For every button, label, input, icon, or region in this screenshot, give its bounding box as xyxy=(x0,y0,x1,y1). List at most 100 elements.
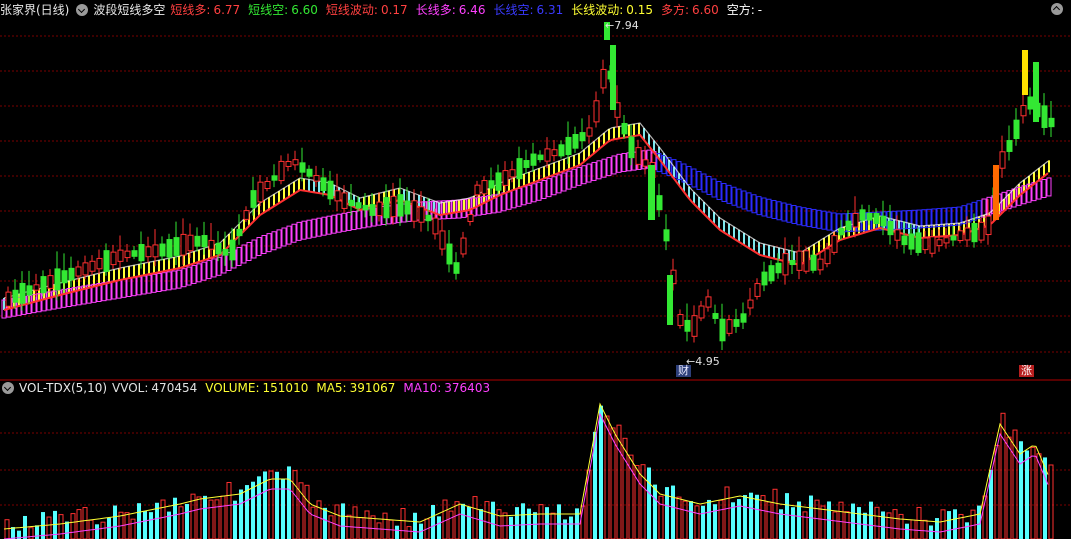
volume-bar xyxy=(797,501,801,539)
volume-bar xyxy=(233,500,237,539)
long-band-bar xyxy=(186,266,192,286)
volume-bar xyxy=(245,485,249,539)
volume-bar xyxy=(869,501,873,539)
volume-bar xyxy=(334,504,340,539)
volume-item: VOLUME: 151010 xyxy=(205,379,311,397)
volume-bar xyxy=(281,478,285,539)
long-band-bar xyxy=(1046,177,1052,197)
kline-chart[interactable] xyxy=(0,0,1071,539)
volume-bar xyxy=(599,405,603,539)
volume-bar xyxy=(28,527,34,539)
volume-label: MA10: xyxy=(403,381,442,395)
volume-bar xyxy=(431,504,435,539)
long-band-bar xyxy=(116,279,122,299)
candlestick xyxy=(887,220,894,236)
candlestick xyxy=(439,230,446,250)
volume-bar xyxy=(737,499,741,539)
finance-report-marker[interactable]: 财 xyxy=(676,365,691,377)
volume-bar xyxy=(604,415,610,539)
volume-bar xyxy=(970,509,976,539)
volume-bar xyxy=(676,496,682,539)
volume-bar xyxy=(149,512,153,539)
volume-bar xyxy=(892,509,898,539)
volume-bar xyxy=(533,512,537,539)
long-band-bar xyxy=(206,260,212,280)
candlestick xyxy=(243,210,250,220)
volume-item: MA5: 391067 xyxy=(316,379,398,397)
volume-value: 391067 xyxy=(349,381,396,395)
volume-bar xyxy=(622,437,628,539)
candlestick xyxy=(481,180,488,195)
volume-bar xyxy=(527,508,531,539)
limit-up-marker[interactable]: 涨 xyxy=(1019,365,1034,377)
candlestick xyxy=(789,259,796,266)
candlestick xyxy=(796,250,803,271)
long-band-bar xyxy=(516,187,522,207)
candlestick xyxy=(1048,117,1055,128)
candlestick xyxy=(544,148,551,162)
candlestick xyxy=(677,314,684,326)
volume-bar xyxy=(413,512,417,539)
candlestick xyxy=(642,159,649,167)
long-band-bar xyxy=(1041,179,1047,198)
long-band-bar xyxy=(601,158,607,178)
volume-bar xyxy=(905,523,909,539)
long-band-bar xyxy=(796,206,802,226)
long-band-bar xyxy=(246,242,252,261)
candlestick xyxy=(691,315,698,337)
long-band-bar xyxy=(111,280,117,300)
candlestick xyxy=(810,254,817,271)
candlestick xyxy=(684,319,691,332)
candlestick xyxy=(1041,105,1048,128)
candlestick xyxy=(54,268,61,291)
long-band-bar xyxy=(591,161,597,181)
candlestick xyxy=(726,319,733,334)
candlestick xyxy=(936,239,943,247)
volume-bar xyxy=(4,519,10,539)
volume-bar xyxy=(658,495,664,539)
candlestick xyxy=(334,190,341,202)
long-band-bar xyxy=(581,165,587,185)
volume-menu-icon[interactable] xyxy=(2,382,14,394)
candlestick xyxy=(1027,96,1034,110)
volume-indicator-name[interactable]: VOL-TDX(5,10) xyxy=(19,379,107,397)
long-band-bar xyxy=(736,188,742,208)
long-band-bar xyxy=(541,180,547,199)
candlestick xyxy=(306,168,313,177)
long-band-bar xyxy=(556,174,562,194)
volume-bar xyxy=(653,484,657,539)
long-band-bar xyxy=(616,153,622,173)
long-band-bar xyxy=(171,270,177,290)
candlestick xyxy=(285,161,292,167)
volume-bar xyxy=(647,467,651,539)
volume-bar xyxy=(785,493,789,539)
candlestick xyxy=(915,232,922,253)
volume-bar xyxy=(185,503,189,539)
candlestick xyxy=(271,175,278,181)
volume-header: VOL-TDX(5,10) VVOL: 470454 VOLUME: 151010 MA… xyxy=(0,379,503,397)
candlestick xyxy=(572,134,579,149)
candlestick xyxy=(648,165,655,220)
volume-bar xyxy=(406,526,412,539)
candlestick xyxy=(747,299,754,309)
volume-bar xyxy=(370,515,376,539)
volume-bar xyxy=(376,522,382,539)
long-band-bar xyxy=(506,190,512,210)
volume-bar xyxy=(689,501,693,539)
volume-bar xyxy=(766,501,772,539)
volume-bar xyxy=(874,506,880,539)
candlestick xyxy=(516,158,523,180)
candlestick xyxy=(250,190,257,208)
volume-bar xyxy=(107,517,111,539)
low-price-annotation: ←4.95 xyxy=(686,355,720,368)
candlestick xyxy=(873,213,880,224)
candlestick xyxy=(488,180,495,189)
volume-bar xyxy=(1048,464,1054,539)
volume-bar xyxy=(521,503,525,539)
long-band-bar xyxy=(611,155,617,175)
volume-bar xyxy=(515,507,519,539)
volume-bar xyxy=(557,504,561,539)
volume-bar xyxy=(442,499,448,539)
high-price-value: 7.94 xyxy=(614,19,639,32)
volume-bar xyxy=(203,495,207,539)
